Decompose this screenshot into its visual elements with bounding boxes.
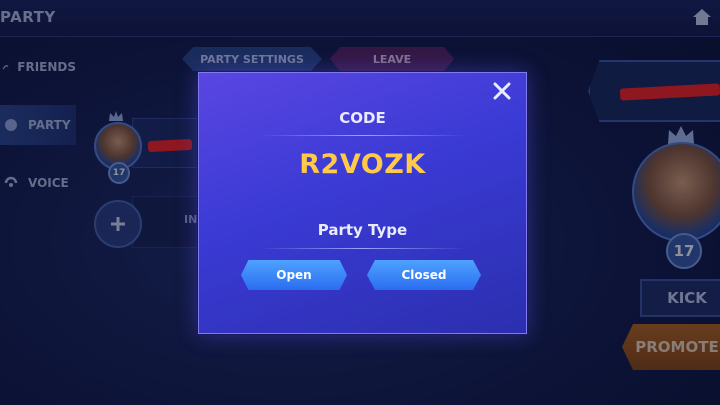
party-code: R2VOZK (299, 149, 426, 180)
code-label: CODE (339, 109, 386, 127)
divider (259, 135, 466, 136)
open-button[interactable]: Open (241, 260, 347, 290)
party-code-dialog: CODE R2VOZK Party Type Open Closed (198, 72, 527, 334)
close-icon[interactable] (492, 81, 512, 101)
divider (259, 248, 466, 249)
party-type-label: Party Type (317, 221, 408, 239)
closed-button[interactable]: Closed (367, 260, 481, 290)
